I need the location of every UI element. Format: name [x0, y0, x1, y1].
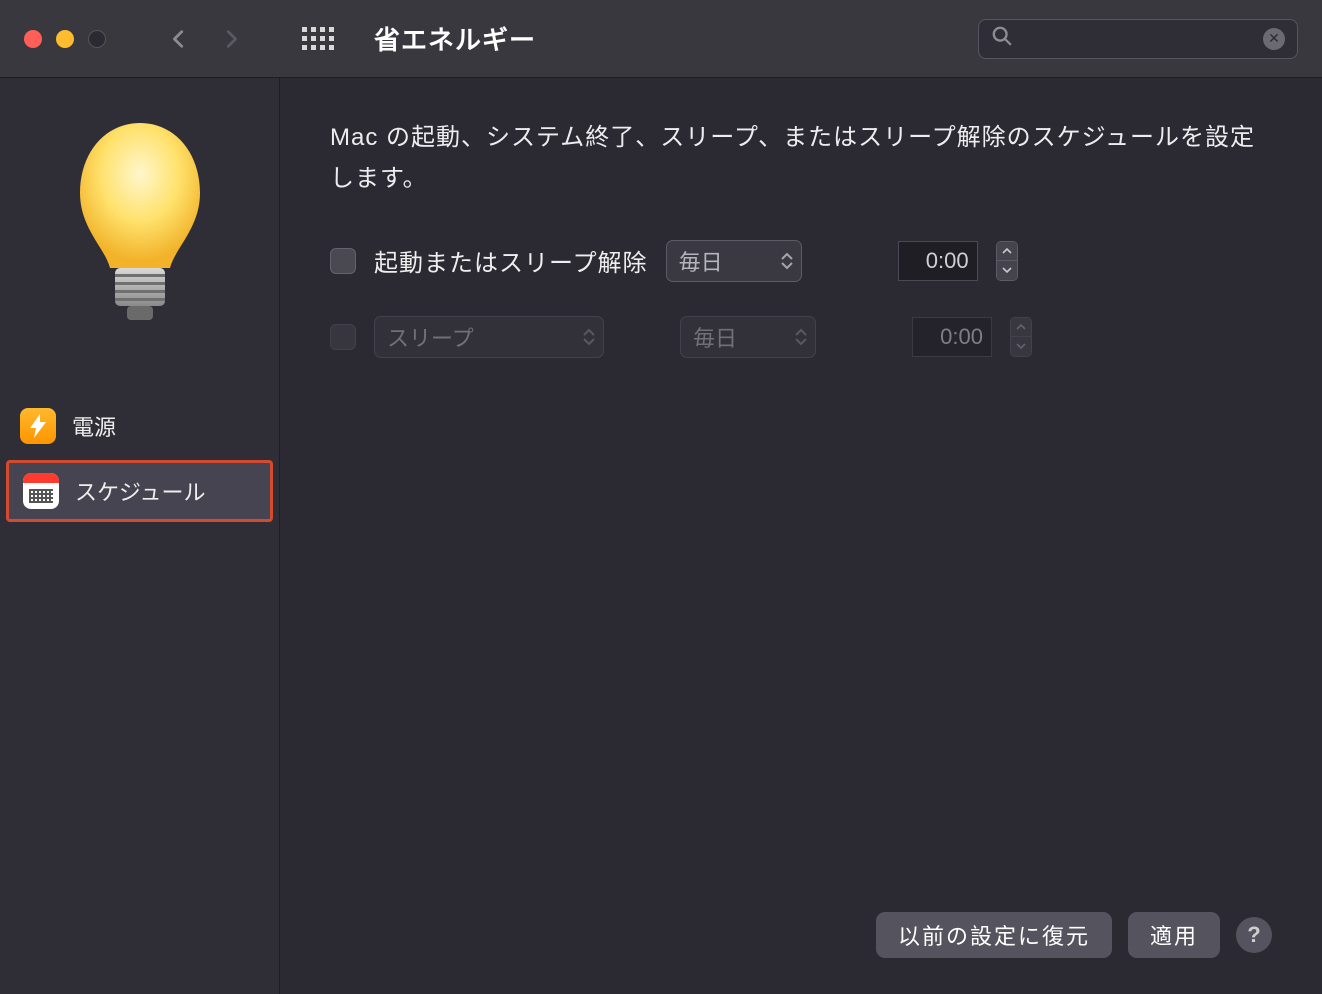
help-icon: ? [1247, 922, 1260, 948]
forward-button[interactable] [220, 28, 242, 50]
sidebar-item-schedule[interactable]: スケジュール [6, 460, 273, 522]
button-label: 適用 [1150, 919, 1198, 951]
close-window-button[interactable] [24, 30, 42, 48]
back-button[interactable] [168, 28, 190, 50]
startup-time-stepper[interactable] [996, 241, 1018, 281]
startup-day-select[interactable]: 毎日 [666, 240, 802, 282]
button-label: 以前の設定に復元 [898, 919, 1090, 951]
time-value: 0:00 [926, 248, 969, 274]
stepper-down-icon[interactable] [1011, 336, 1031, 356]
restore-defaults-button[interactable]: 以前の設定に復元 [876, 912, 1112, 958]
toolbar: 省エネルギー ✕ [0, 0, 1322, 78]
sleep-time-stepper[interactable] [1010, 317, 1032, 357]
select-value: スリープ [387, 321, 474, 353]
startup-time-field[interactable]: 0:00 [898, 241, 978, 281]
sleep-day-select[interactable]: 毎日 [680, 316, 816, 358]
select-value: 毎日 [679, 245, 723, 277]
zoom-window-button[interactable] [88, 30, 106, 48]
page-title: 省エネルギー [374, 20, 536, 57]
apply-button[interactable]: 適用 [1128, 912, 1220, 958]
select-value: 毎日 [693, 321, 737, 353]
bolt-icon [20, 408, 56, 444]
pane-icon [0, 118, 279, 328]
footer-buttons: 以前の設定に復元 適用 ? [876, 912, 1272, 958]
chevron-updown-icon [781, 252, 793, 270]
show-all-icon[interactable] [302, 23, 334, 55]
sidebar: 電源 スケジュール [0, 78, 280, 994]
schedule-row-sleep: スリープ 毎日 0:00 [330, 316, 1272, 358]
calendar-icon [23, 473, 59, 509]
stepper-up-icon[interactable] [997, 242, 1017, 261]
lightbulb-icon [75, 118, 205, 328]
sidebar-item-label: スケジュール [75, 475, 205, 507]
sleep-time-field[interactable]: 0:00 [912, 317, 992, 357]
nav-buttons [168, 28, 242, 50]
startup-label: 起動またはスリープ解除 [374, 243, 648, 278]
sleep-checkbox[interactable] [330, 324, 356, 350]
stepper-up-icon[interactable] [1011, 318, 1031, 337]
time-value: 0:00 [940, 324, 983, 350]
content-pane: Mac の起動、システム終了、スリープ、またはスリープ解除のスケジュールを設定し… [280, 78, 1322, 994]
chevron-updown-icon [583, 328, 595, 346]
sidebar-item-label: 電源 [72, 410, 116, 442]
minimize-window-button[interactable] [56, 30, 74, 48]
chevron-updown-icon [795, 328, 807, 346]
clear-search-button[interactable]: ✕ [1263, 28, 1285, 50]
description-text: Mac の起動、システム終了、スリープ、またはスリープ解除のスケジュールを設定し… [330, 118, 1272, 200]
startup-checkbox[interactable] [330, 248, 356, 274]
help-button[interactable]: ? [1236, 917, 1272, 953]
sidebar-item-power[interactable]: 電源 [0, 398, 279, 454]
search-icon [991, 25, 1013, 52]
search-field[interactable]: ✕ [978, 19, 1298, 59]
schedule-row-startup: 起動またはスリープ解除 毎日 0:00 [330, 240, 1272, 282]
stepper-down-icon[interactable] [997, 260, 1017, 280]
sleep-action-select[interactable]: スリープ [374, 316, 604, 358]
window-controls [24, 30, 106, 48]
